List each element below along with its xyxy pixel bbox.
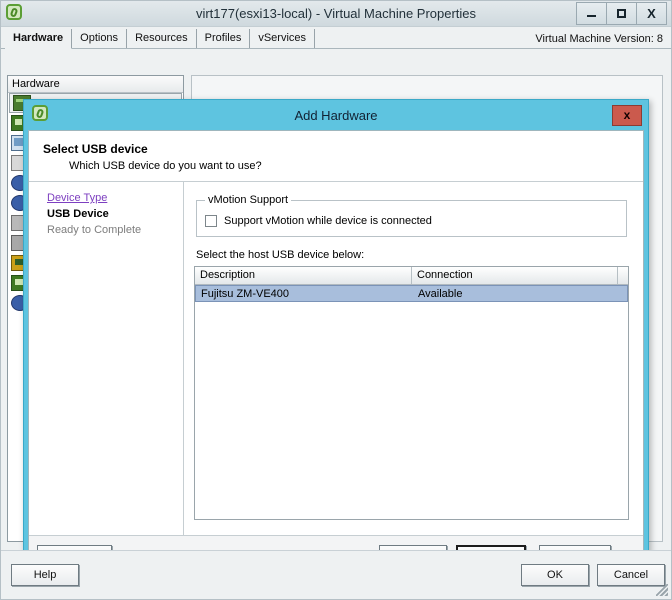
window-title: virt177(esxi13-local) - Virtual Machine … <box>195 6 477 21</box>
screen-root: virt177(esxi13-local) - Virtual Machine … <box>0 0 672 600</box>
nav-step-device-type[interactable]: Device Type <box>47 190 183 206</box>
window-controls: X <box>576 2 667 25</box>
vmotion-support-legend: vMotion Support <box>208 194 289 206</box>
minimize-button[interactable] <box>577 3 607 24</box>
usb-device-table[interactable]: Description Connection Fujitsu ZM-VE400 … <box>194 266 629 520</box>
add-hardware-dialog: Add Hardware x Select USB device Which U… <box>23 99 649 550</box>
usb-device-list-caption: Select the host USB device below: <box>196 249 365 261</box>
dialog-footer: Help < Back Next > Cancel <box>29 535 643 550</box>
table-header-row: Description Connection <box>195 267 628 285</box>
vmotion-checkbox-label: Support vMotion while device is connecte… <box>224 215 432 227</box>
window-footer: Help OK Cancel <box>1 550 671 599</box>
table-body: Fujitsu ZM-VE400 Available <box>195 285 628 519</box>
dialog-header: Select USB device Which USB device do yo… <box>29 131 643 181</box>
tab-hardware[interactable]: Hardware <box>5 29 73 49</box>
table-row[interactable]: Fujitsu ZM-VE400 Available <box>195 285 628 302</box>
tab-vservices[interactable]: vServices <box>250 29 316 48</box>
dialog-heading: Select USB device <box>43 142 148 156</box>
dialog-subheading: Which USB device do you want to use? <box>69 160 262 172</box>
dialog-close-button[interactable]: x <box>612 104 642 126</box>
nav-step-usb-device[interactable]: USB Device <box>47 206 183 222</box>
column-header-description[interactable]: Description <box>195 267 412 284</box>
column-header-connection[interactable]: Connection <box>412 267 618 284</box>
vmotion-checkbox[interactable] <box>205 215 217 227</box>
window-titlebar: virt177(esxi13-local) - Virtual Machine … <box>1 1 671 27</box>
hardware-column-header: Hardware <box>8 76 183 93</box>
nav-step-ready-to-complete: Ready to Complete <box>47 224 142 236</box>
window-cancel-button[interactable]: Cancel <box>597 564 665 586</box>
tab-resources[interactable]: Resources <box>127 29 197 48</box>
close-icon: X <box>647 6 656 21</box>
vm-properties-window: virt177(esxi13-local) - Virtual Machine … <box>0 0 672 600</box>
tab-options[interactable]: Options <box>72 29 128 48</box>
tab-strip: Hardware Options Resources Profiles vSer… <box>1 27 671 49</box>
add-hardware-icon <box>32 105 52 125</box>
maximize-button[interactable] <box>607 3 637 24</box>
window-body: Memory Configuration Hardware <box>1 49 671 550</box>
column-header-spacer <box>618 267 628 284</box>
window-resize-grip[interactable] <box>656 584 668 596</box>
vmotion-checkbox-row[interactable]: Support vMotion while device is connecte… <box>205 215 618 227</box>
window-help-button[interactable]: Help <box>11 564 79 586</box>
dialog-content: Select USB device Which USB device do yo… <box>28 130 644 550</box>
close-button[interactable]: X <box>637 3 666 24</box>
cell-description: Fujitsu ZM-VE400 <box>201 287 290 300</box>
close-icon: x <box>623 108 631 122</box>
vm-properties-icon <box>6 3 26 24</box>
wizard-page: vMotion Support Support vMotion while de… <box>184 182 643 535</box>
vm-version-label: Virtual Machine Version: 8 <box>535 33 663 45</box>
dialog-title: Add Hardware <box>294 107 378 123</box>
ok-button[interactable]: OK <box>521 564 589 586</box>
dialog-split: Device Type USB Device Ready to Complete… <box>29 181 643 535</box>
vmotion-support-group: vMotion Support Support vMotion while de… <box>196 194 627 237</box>
tab-profiles[interactable]: Profiles <box>197 29 251 48</box>
dialog-titlebar: Add Hardware x <box>24 100 648 130</box>
cell-connection: Available <box>418 287 463 300</box>
wizard-nav: Device Type USB Device Ready to Complete <box>29 182 184 535</box>
